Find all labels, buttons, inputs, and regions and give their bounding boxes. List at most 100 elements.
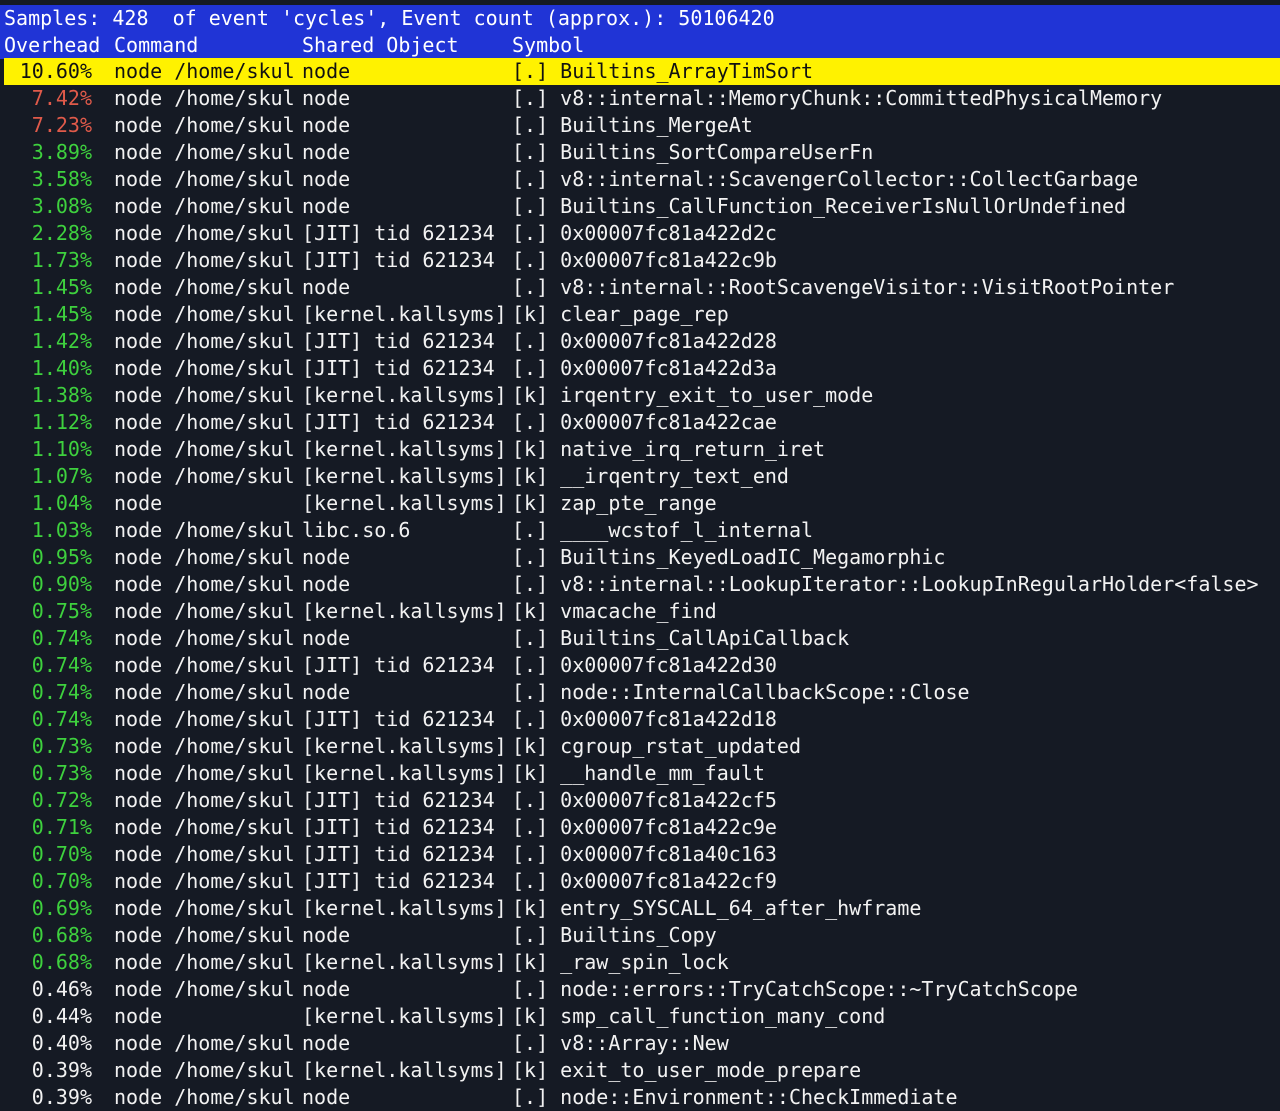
- command-cell: node /home/skul: [114, 1058, 295, 1082]
- symbol-column-header[interactable]: Symbol: [512, 32, 584, 59]
- table-row[interactable]: 3.08% node /home/skul node [.] Builtins_Cal…: [0, 193, 1280, 220]
- symbol-cell: [.] Builtins_ArrayTimSort: [512, 59, 814, 83]
- command-cell: node /home/skul: [114, 275, 295, 299]
- overhead-cell: 1.10%: [31, 437, 92, 461]
- table-row[interactable]: 0.95% node /home/skul node [.] Builtins_Key…: [0, 544, 1280, 571]
- table-row[interactable]: 3.58% node /home/skul node [.] v8::internal…: [0, 166, 1280, 193]
- table-row[interactable]: 1.12% node /home/skul [JIT] tid 621234 [.] …: [0, 409, 1280, 436]
- command-cell: node /home/skul: [114, 869, 295, 893]
- overhead-cell: 3.58%: [31, 167, 92, 191]
- symbol-cell: [.] 0x00007fc81a422c9b: [512, 248, 777, 272]
- symbol-cell: [k] clear_page_rep: [512, 302, 729, 326]
- table-row[interactable]: 0.73% node /home/skul [kernel.kallsyms] [k]…: [0, 760, 1280, 787]
- table-row[interactable]: 0.74% node /home/skul node [.] node::Intern…: [0, 679, 1280, 706]
- table-row[interactable]: 1.73% node /home/skul [JIT] tid 621234 [.] …: [0, 247, 1280, 274]
- shared-object-cell: [JIT] tid 621234: [302, 248, 495, 272]
- selected-table-row[interactable]: 10.60% node /home/skul node [.] Builtins_Ar…: [4, 58, 1280, 85]
- command-cell: node /home/skul: [114, 599, 295, 623]
- table-row[interactable]: 0.39% node /home/skul [kernel.kallsyms] [k]…: [0, 1057, 1280, 1084]
- shared-object-cell: [kernel.kallsyms]: [302, 302, 507, 326]
- table-row[interactable]: 1.07% node /home/skul [kernel.kallsyms] [k]…: [0, 463, 1280, 490]
- command-cell: node /home/skul: [114, 59, 295, 83]
- command-column-header[interactable]: Command: [114, 32, 198, 59]
- symbol-cell: [.] v8::internal::RootScavengeVisitor::V…: [512, 275, 1175, 299]
- table-row[interactable]: 0.74% node /home/skul [JIT] tid 621234 [.] …: [0, 652, 1280, 679]
- symbol-cell: [.] Builtins_Copy: [512, 923, 717, 947]
- overhead-cell: 1.42%: [31, 329, 92, 353]
- command-cell: node: [114, 491, 163, 515]
- table-row[interactable]: 0.68% node /home/skul [kernel.kallsyms] [k]…: [0, 949, 1280, 976]
- table-row[interactable]: 0.46% node /home/skul node [.] node::errors…: [0, 976, 1280, 1003]
- table-row[interactable]: 7.42% node /home/skul node [.] v8::internal…: [0, 85, 1280, 112]
- shared-object-cell: node: [302, 1031, 351, 1055]
- table-row[interactable]: 1.38% node /home/skul [kernel.kallsyms] [k]…: [0, 382, 1280, 409]
- symbol-cell: [.] v8::internal::MemoryChunk::Committed…: [512, 86, 1163, 110]
- table-row[interactable]: 0.74% node /home/skul [JIT] tid 621234 [.] …: [0, 706, 1280, 733]
- table-row[interactable]: 0.70% node /home/skul [JIT] tid 621234 [.] …: [0, 868, 1280, 895]
- shared-object-cell: [JIT] tid 621234: [302, 869, 495, 893]
- table-row[interactable]: 0.74% node /home/skul node [.] Builtins_Cal…: [0, 625, 1280, 652]
- shared-object-cell: [kernel.kallsyms]: [302, 950, 507, 974]
- shared-object-cell: node: [302, 680, 351, 704]
- shared-object-cell: node: [302, 626, 351, 650]
- overhead-column-header[interactable]: Overhead: [4, 32, 100, 59]
- command-cell: node /home/skul: [114, 734, 295, 758]
- symbol-cell: [.] 0x00007fc81a422cf9: [512, 869, 777, 893]
- overhead-cell: 7.23%: [31, 113, 92, 137]
- shared-object-column-header[interactable]: Shared Object: [302, 32, 459, 59]
- table-row[interactable]: 1.40% node /home/skul [JIT] tid 621234 [.] …: [0, 355, 1280, 382]
- table-row[interactable]: 0.44% node [kernel.kallsyms] [k] smp_call_f…: [0, 1003, 1280, 1030]
- table-row[interactable]: 1.04% node [kernel.kallsyms] [k] zap_pte_ra…: [0, 490, 1280, 517]
- table-row[interactable]: 3.89% node /home/skul node [.] Builtins_Sor…: [0, 139, 1280, 166]
- table-row[interactable]: 1.03% node /home/skul libc.so.6 [.] ____wcs…: [0, 517, 1280, 544]
- shared-object-cell: node: [302, 113, 351, 137]
- shared-object-cell: node: [302, 1085, 351, 1109]
- symbol-cell: [.] 0x00007fc81a422d3a: [512, 356, 777, 380]
- shared-object-cell: [kernel.kallsyms]: [302, 491, 507, 515]
- table-row[interactable]: 0.70% node /home/skul [JIT] tid 621234 [.] …: [0, 841, 1280, 868]
- symbol-cell: [k] exit_to_user_mode_prepare: [512, 1058, 862, 1082]
- shared-object-cell: [JIT] tid 621234: [302, 788, 495, 812]
- table-row[interactable]: 0.72% node /home/skul [JIT] tid 621234 [.] …: [0, 787, 1280, 814]
- table-row[interactable]: 0.40% node /home/skul node [.] v8::Array::N…: [0, 1030, 1280, 1057]
- command-cell: node: [114, 1004, 163, 1028]
- table-row[interactable]: 0.39% node /home/skul node [.] node::Enviro…: [0, 1084, 1280, 1111]
- shared-object-cell: [kernel.kallsyms]: [302, 1004, 507, 1028]
- samples-summary: Samples: 428 of event 'cycles', Event co…: [4, 6, 775, 30]
- symbol-cell: [.] 0x00007fc81a422cf5: [512, 788, 777, 812]
- symbol-cell: [.] Builtins_MergeAt: [512, 113, 753, 137]
- table-row[interactable]: 0.73% node /home/skul [kernel.kallsyms] [k]…: [0, 733, 1280, 760]
- table-row[interactable]: 0.71% node /home/skul [JIT] tid 621234 [.] …: [0, 814, 1280, 841]
- shared-object-cell: [kernel.kallsyms]: [302, 1058, 507, 1082]
- symbol-cell: [.] Builtins_CallApiCallback: [512, 626, 850, 650]
- table-row[interactable]: 1.10% node /home/skul [kernel.kallsyms] [k]…: [0, 436, 1280, 463]
- table-row[interactable]: 1.45% node /home/skul [kernel.kallsyms] [k]…: [0, 301, 1280, 328]
- symbol-cell: [.] 0x00007fc81a422d30: [512, 653, 777, 677]
- symbol-cell: [k] zap_pte_range: [512, 491, 717, 515]
- command-cell: node /home/skul: [114, 113, 295, 137]
- table-row[interactable]: 0.69% node /home/skul [kernel.kallsyms] [k]…: [0, 895, 1280, 922]
- shared-object-cell: [JIT] tid 621234: [302, 707, 495, 731]
- column-header-bar: Overhead Command Shared Object Symbol: [0, 32, 1280, 59]
- overhead-cell: 0.68%: [31, 923, 92, 947]
- shared-object-cell: node: [302, 923, 351, 947]
- table-row[interactable]: 2.28% node /home/skul [JIT] tid 621234 [.] …: [0, 220, 1280, 247]
- overhead-cell: 0.74%: [31, 626, 92, 650]
- symbol-cell: [.] 0x00007fc81a422d2c: [512, 221, 777, 245]
- table-row[interactable]: 7.23% node /home/skul node [.] Builtins_Mer…: [0, 112, 1280, 139]
- table-row[interactable]: 0.90% node /home/skul node [.] v8::internal…: [0, 571, 1280, 598]
- table-row[interactable]: 1.45% node /home/skul node [.] v8::internal…: [0, 274, 1280, 301]
- shared-object-cell: [kernel.kallsyms]: [302, 383, 507, 407]
- table-row[interactable]: 0.68% node /home/skul node [.] Builtins_Cop…: [0, 922, 1280, 949]
- command-cell: node /home/skul: [114, 221, 295, 245]
- overhead-cell: 1.03%: [31, 518, 92, 542]
- table-row[interactable]: 1.42% node /home/skul [JIT] tid 621234 [.] …: [0, 328, 1280, 355]
- shared-object-cell: [JIT] tid 621234: [302, 221, 495, 245]
- table-row[interactable]: 0.75% node /home/skul [kernel.kallsyms] [k]…: [0, 598, 1280, 625]
- command-cell: node /home/skul: [114, 1031, 295, 1055]
- command-cell: node /home/skul: [114, 761, 295, 785]
- overhead-cell: 0.75%: [31, 599, 92, 623]
- command-cell: node /home/skul: [114, 923, 295, 947]
- overhead-cell: 0.95%: [31, 545, 92, 569]
- shared-object-cell: [kernel.kallsyms]: [302, 896, 507, 920]
